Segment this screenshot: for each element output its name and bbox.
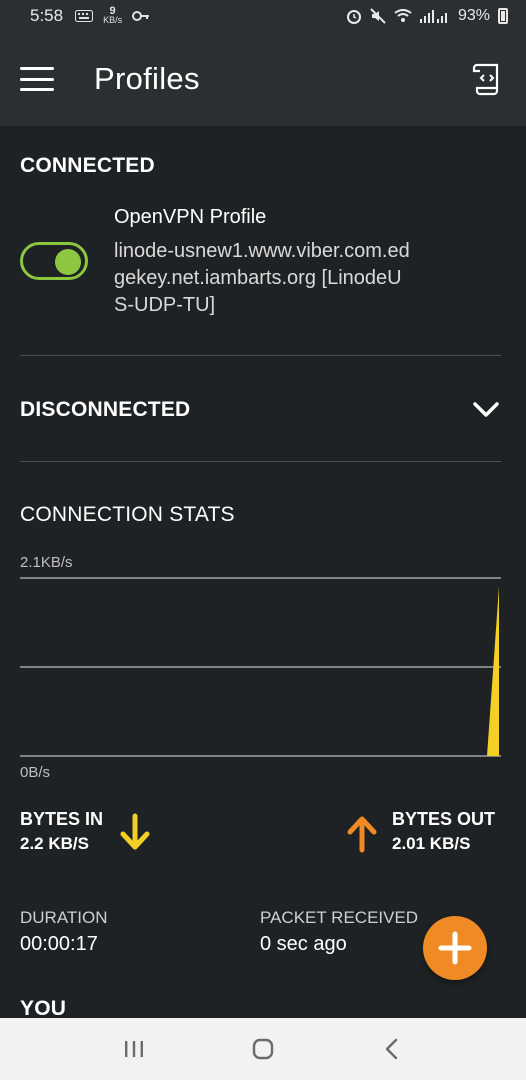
packet-received-value: 0 sec ago xyxy=(260,933,347,955)
toggle-knob xyxy=(55,249,81,275)
packet-received-label: PACKET RECEIVED xyxy=(260,908,419,927)
bytes-out-label: BYTES OUT xyxy=(392,809,496,829)
bytes-in-value: 2.2 KB/S xyxy=(20,834,89,853)
battery-icon xyxy=(498,8,508,24)
back-icon xyxy=(385,1038,397,1060)
wifi-icon xyxy=(394,9,412,22)
divider xyxy=(20,461,501,462)
status-icons-left: 9 KB/s xyxy=(75,5,150,25)
profile-item[interactable]: OpenVPN Profile linode-usnew1.www.viber.… xyxy=(20,200,500,330)
chart-y-min-label: 0B/s xyxy=(20,764,51,781)
back-button[interactable] xyxy=(372,1029,412,1069)
alarm-icon xyxy=(346,10,361,24)
vpn-key-icon xyxy=(132,11,150,21)
bytes-out-value: 2.01 KB/S xyxy=(392,834,471,853)
page-title: Profiles xyxy=(94,61,200,96)
plus-icon xyxy=(438,931,472,965)
bytes-in-label: BYTES IN xyxy=(20,809,104,829)
chevron-down-icon[interactable] xyxy=(472,400,500,420)
status-bar: 5:58 9 KB/s 93% xyxy=(0,0,526,32)
home-icon xyxy=(252,1038,274,1060)
divider xyxy=(20,355,501,356)
duration-value: 00:00:17 xyxy=(20,933,98,955)
mute-icon xyxy=(370,8,386,24)
duration-label: DURATION xyxy=(20,908,108,927)
arrow-down-icon xyxy=(120,813,150,850)
add-profile-button[interactable] xyxy=(423,916,487,980)
status-icons-right: 93% xyxy=(346,7,508,25)
keyboard-icon xyxy=(75,10,94,22)
profile-name: OpenVPN Profile xyxy=(114,206,267,228)
network-speed: 9 KB/s xyxy=(103,5,123,25)
stats-section-title: CONNECTION STATS xyxy=(20,503,235,526)
disconnected-section-title: DISCONNECTED xyxy=(20,398,191,421)
recent-apps-icon xyxy=(125,1041,144,1057)
battery-percent: 93% xyxy=(457,7,490,24)
home-button[interactable] xyxy=(243,1029,283,1069)
connected-section-title: CONNECTED xyxy=(20,154,155,177)
app-bar: Profiles xyxy=(0,32,526,126)
import-profile-icon[interactable] xyxy=(470,61,506,97)
system-nav-bar xyxy=(0,1018,526,1080)
arrow-up-icon xyxy=(347,816,377,853)
profile-toggle[interactable] xyxy=(20,242,88,280)
status-time: 5:58 xyxy=(30,6,64,25)
recent-apps-button[interactable] xyxy=(114,1029,154,1069)
profile-host: linode-usnew1.www.viber.com.edgekey.net.… xyxy=(114,240,410,316)
chart-series-area xyxy=(20,586,499,756)
menu-icon[interactable] xyxy=(20,67,54,91)
stats-chart: 2.1KB/s 0B/s xyxy=(20,548,501,788)
signal-icon xyxy=(419,10,447,23)
stats-chart-plot xyxy=(20,577,501,757)
